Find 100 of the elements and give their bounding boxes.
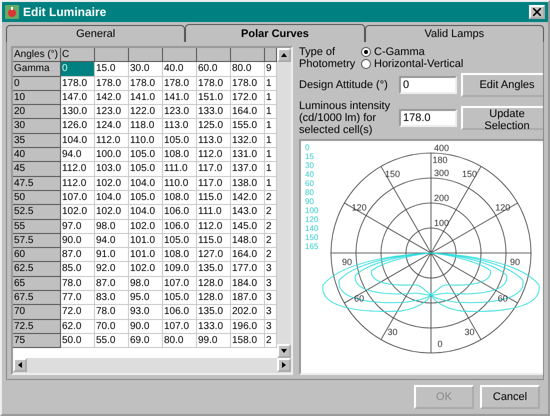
table-cell[interactable]: 145.0 — [231, 220, 265, 234]
table-cell[interactable]: 143.0 — [231, 205, 265, 220]
table-cell[interactable]: 95.0 — [129, 291, 163, 306]
table-cell[interactable]: 108.0 — [163, 148, 197, 162]
table-cell[interactable]: 122.0 — [129, 105, 163, 120]
table-cell[interactable]: 111.0 — [163, 162, 197, 177]
table-cell[interactable]: 94.0 — [95, 234, 129, 248]
table-cell[interactable]: 126.0 — [61, 119, 95, 134]
table-cell[interactable]: 178.0 — [197, 76, 231, 91]
table-cell[interactable]: 2 — [265, 248, 277, 262]
table-cell[interactable]: 112.0 — [61, 176, 95, 191]
table-cell[interactable]: 94.0 — [61, 148, 95, 162]
table-cell[interactable]: 3 — [265, 262, 277, 277]
table-cell[interactable]: 172.0 — [231, 90, 265, 106]
tab[interactable]: General — [6, 25, 186, 42]
table-cell[interactable]: 69.0 — [129, 334, 163, 348]
table-cell[interactable]: 132.0 — [231, 134, 265, 148]
table-cell[interactable]: 108.0 — [163, 248, 197, 262]
table-cell[interactable]: 151.0 — [197, 90, 231, 106]
table-cell[interactable]: 60.0 — [197, 62, 231, 77]
table-cell[interactable]: 115.0 — [197, 234, 231, 248]
table-cell[interactable]: 1 — [265, 134, 277, 148]
table-cell[interactable]: 3 — [265, 276, 277, 292]
table-cell[interactable]: 2 — [265, 234, 277, 248]
table-cell[interactable]: 100.0 — [95, 148, 129, 162]
table-cell[interactable]: 107.0 — [163, 320, 197, 334]
table-cell[interactable]: 70.0 — [95, 320, 129, 334]
table-cell[interactable]: 3 — [265, 320, 277, 334]
table-cell[interactable]: 2 — [265, 205, 277, 220]
table-cell[interactable]: 115.0 — [197, 190, 231, 206]
table-cell[interactable]: 124.0 — [95, 119, 129, 134]
table-cell[interactable]: 2 — [265, 190, 277, 206]
table-cell[interactable]: 1 — [265, 148, 277, 162]
table-cell[interactable]: 184.0 — [231, 276, 265, 292]
table-cell[interactable]: 117.0 — [197, 162, 231, 177]
table-cell[interactable]: 135.0 — [197, 305, 231, 320]
table-cell[interactable]: 93.0 — [129, 305, 163, 320]
table-cell[interactable]: 142.0 — [231, 190, 265, 206]
table-cell[interactable]: 105.0 — [129, 148, 163, 162]
table-cell[interactable]: 1 — [265, 119, 277, 134]
table-cell[interactable]: 99.0 — [197, 334, 231, 348]
table-cell[interactable]: 1 — [265, 90, 277, 106]
table-cell[interactable]: 113.0 — [163, 119, 197, 134]
table-cell[interactable]: 40.0 — [163, 62, 197, 77]
table-cell[interactable]: 103.0 — [95, 162, 129, 177]
table-cell[interactable]: 127.0 — [197, 248, 231, 262]
table-cell[interactable]: 102.0 — [129, 220, 163, 234]
table-cell[interactable]: 101.0 — [129, 248, 163, 262]
table-cell[interactable]: 106.0 — [163, 205, 197, 220]
table-cell[interactable]: 187.0 — [231, 291, 265, 306]
update-selection-button[interactable]: Update Selection — [461, 106, 543, 130]
table-cell[interactable]: 112.0 — [61, 162, 95, 177]
table-cell[interactable]: 105.0 — [129, 190, 163, 206]
table-cell[interactable]: 117.0 — [197, 176, 231, 191]
table-cell[interactable]: 90.0 — [129, 320, 163, 334]
table-cell[interactable]: 109.0 — [163, 262, 197, 277]
table-cell[interactable]: 107.0 — [61, 190, 95, 206]
table-cell[interactable]: 2 — [265, 334, 277, 348]
table-cell[interactable]: 112.0 — [95, 134, 129, 148]
radio-option[interactable]: Horizontal-Vertical — [361, 58, 464, 70]
table-cell[interactable]: 110.0 — [163, 176, 197, 191]
design-attitude-field[interactable]: 0 — [399, 76, 457, 94]
table-cell[interactable]: 106.0 — [163, 305, 197, 320]
table-cell[interactable]: 178.0 — [163, 76, 197, 91]
table-cell[interactable]: 55.0 — [95, 334, 129, 348]
table-cell[interactable]: 0 — [61, 62, 95, 77]
table-cell[interactable]: 80.0 — [163, 334, 197, 348]
table-cell[interactable]: 1 — [265, 176, 277, 191]
table-cell[interactable]: 72.0 — [61, 305, 95, 320]
table-cell[interactable]: 50.0 — [61, 334, 95, 348]
table-cell[interactable]: 164.0 — [231, 105, 265, 120]
tab[interactable]: Valid Lamps — [364, 25, 544, 42]
table-cell[interactable]: 141.0 — [163, 90, 197, 106]
close-button[interactable] — [529, 5, 545, 19]
table-cell[interactable]: 104.0 — [129, 205, 163, 220]
table-cell[interactable]: 178.0 — [231, 76, 265, 91]
scroll-up-icon[interactable] — [277, 48, 291, 62]
vertical-scrollbar[interactable] — [277, 48, 291, 358]
scroll-right-icon[interactable] — [277, 358, 291, 372]
table-cell[interactable]: 101.0 — [129, 234, 163, 248]
table-cell[interactable]: 77.0 — [61, 291, 95, 306]
table-cell[interactable]: 133.0 — [197, 320, 231, 334]
table-cell[interactable]: 102.0 — [95, 176, 129, 191]
table-cell[interactable]: 158.0 — [231, 334, 265, 348]
table-cell[interactable]: 196.0 — [231, 320, 265, 334]
table-cell[interactable]: 85.0 — [61, 262, 95, 277]
table-cell[interactable]: 105.0 — [129, 162, 163, 177]
table-cell[interactable]: 118.0 — [129, 119, 163, 134]
table-cell[interactable]: 15.0 — [95, 62, 129, 77]
radio-option[interactable]: C-Gamma — [361, 46, 464, 58]
edit-angles-button[interactable]: Edit Angles — [461, 73, 543, 97]
table-cell[interactable]: 113.0 — [197, 134, 231, 148]
table-cell[interactable]: 104.0 — [95, 190, 129, 206]
table-cell[interactable]: 1 — [265, 162, 277, 177]
table-cell[interactable]: 202.0 — [231, 305, 265, 320]
table-cell[interactable]: 178.0 — [129, 76, 163, 91]
table-cell[interactable]: 92.0 — [95, 262, 129, 277]
tab[interactable]: Polar Curves — [185, 24, 365, 42]
table-cell[interactable]: 3 — [265, 305, 277, 320]
table-cell[interactable]: 80.0 — [231, 62, 265, 77]
